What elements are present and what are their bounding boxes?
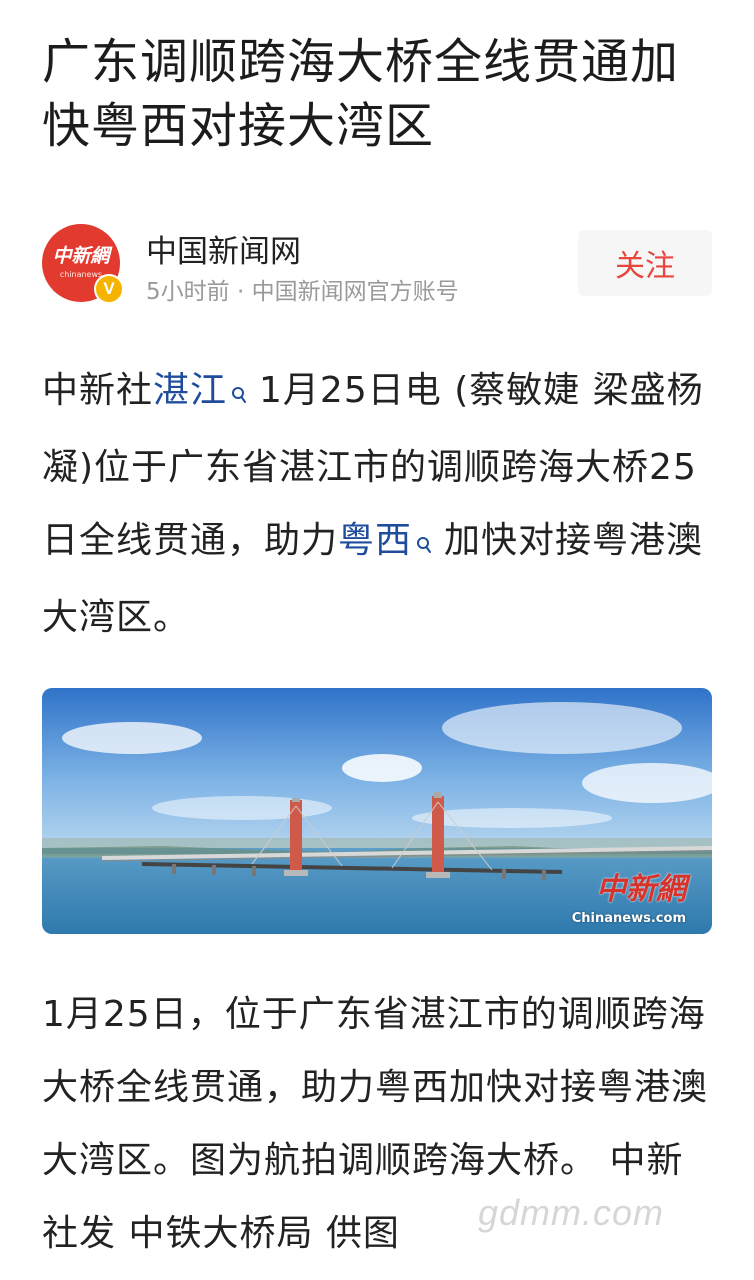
author-meta: 5小时前 · 中国新闻网官方账号 <box>146 279 459 305</box>
photo-watermark-site: Chinanews.com <box>571 911 686 926</box>
search-icon <box>231 358 249 431</box>
photo-watermark-logo: 中新網 <box>596 872 686 907</box>
verified-badge-icon: V <box>94 274 124 304</box>
bridge-photo[interactable]: 中新網 Chinanews.com <box>42 688 712 934</box>
keyword-link-label: 粤西 <box>338 520 413 561</box>
avatar-logo-sub: chinanews <box>59 270 103 279</box>
paragraph-text: 中新社 <box>42 370 154 411</box>
keyword-link-zhanjiang[interactable]: 湛江 <box>153 370 259 411</box>
author-row: 中新網 chinanews V 中国新闻网 5小时前 · 中国新闻网官方账号 关… <box>42 224 712 305</box>
photo-caption: 1月25日，位于广东省湛江市的调顺跨海大桥全线贯通，助力粤西加快对接粤港澳大湾区… <box>42 994 709 1254</box>
author-name[interactable]: 中国新闻网 <box>146 226 301 271</box>
article-paragraph-1: 中新社湛江 1月25日电 (蔡敏婕 梁盛杨凝)位于广东省湛江市的调顺跨海大桥25日… <box>42 354 714 654</box>
search-icon <box>416 508 434 581</box>
article-title: 广东调顺跨海大桥全线贯通加快粤西对接大湾区 <box>42 34 680 154</box>
avatar-logo-text: 中新網 <box>52 245 110 267</box>
keyword-link-label: 湛江 <box>153 370 228 411</box>
keyword-link-yuexi[interactable]: 粤西 <box>338 520 444 561</box>
author-avatar[interactable]: 中新網 chinanews V <box>42 224 124 304</box>
follow-button[interactable]: 关注 <box>578 230 712 296</box>
